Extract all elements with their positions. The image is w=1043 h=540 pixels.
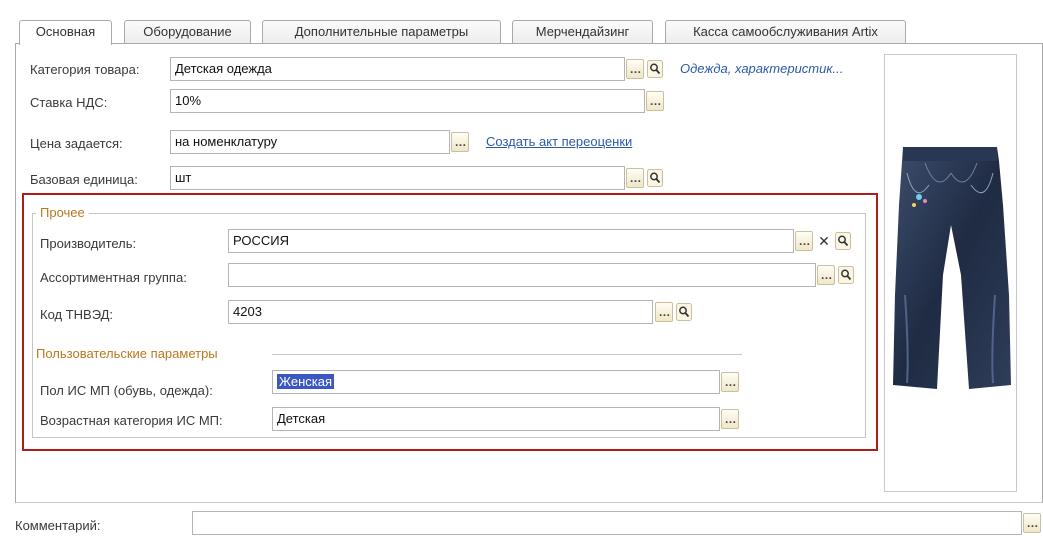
assortment-select-button[interactable]: …: [817, 265, 835, 285]
other-group-title: Прочее: [36, 205, 89, 221]
clear-icon[interactable]: ✕: [817, 232, 831, 250]
ellipsis-icon: …: [629, 171, 642, 185]
ellipsis-icon: …: [649, 94, 662, 108]
comment-label: Комментарий:: [15, 518, 101, 533]
manufacturer-label: Производитель:: [40, 236, 137, 251]
search-icon[interactable]: [838, 266, 854, 284]
tab-equipment[interactable]: Оборудование: [124, 20, 251, 44]
tnved-label: Код ТНВЭД:: [40, 307, 114, 322]
category-select-button[interactable]: …: [626, 59, 644, 79]
search-icon[interactable]: [647, 169, 663, 187]
gender-field[interactable]: Женская: [272, 370, 720, 394]
price-field[interactable]: на номенклатуру: [170, 130, 450, 154]
comment-select-button[interactable]: …: [1023, 513, 1041, 533]
assortment-field[interactable]: [228, 263, 816, 287]
price-label: Цена задается:: [30, 136, 123, 151]
ellipsis-icon: …: [454, 135, 467, 149]
tab-main[interactable]: Основная: [19, 20, 112, 45]
user-params-line: [272, 354, 742, 355]
category-label: Категория товара:: [30, 62, 140, 77]
price-select-button[interactable]: …: [451, 132, 469, 152]
age-label: Возрастная категория ИС МП:: [40, 413, 223, 428]
vat-select-button[interactable]: …: [646, 91, 664, 111]
ellipsis-icon: …: [798, 234, 811, 248]
ellipsis-icon: …: [658, 305, 671, 319]
ellipsis-icon: …: [724, 375, 737, 389]
create-revaluation-link[interactable]: Создать акт переоценки: [486, 134, 632, 150]
jeans-product-image: [893, 147, 1011, 389]
category-field[interactable]: Детская одежда: [170, 57, 625, 81]
ellipsis-icon: …: [629, 62, 642, 76]
ellipsis-icon: …: [724, 412, 737, 426]
gender-label: Пол ИС МП (обувь, одежда):: [40, 383, 213, 398]
manufacturer-select-button[interactable]: …: [795, 231, 813, 251]
assortment-label: Ассортиментная группа:: [40, 270, 187, 285]
search-icon[interactable]: [647, 60, 663, 78]
age-select-button[interactable]: …: [721, 409, 739, 429]
tab-self-checkout-artix[interactable]: Касса самообслуживания Artix: [665, 20, 906, 44]
unit-label: Базовая единица:: [30, 172, 138, 187]
other-group-line: [32, 213, 866, 214]
user-params-title: Пользовательские параметры: [36, 346, 222, 362]
manufacturer-field[interactable]: РОССИЯ: [228, 229, 794, 253]
product-image-frame[interactable]: [884, 54, 1017, 492]
tab-additional-params[interactable]: Дополнительные параметры: [262, 20, 501, 44]
category-characteristics-link[interactable]: Одежда, характеристик...: [680, 61, 843, 77]
vat-field[interactable]: 10%: [170, 89, 645, 113]
ellipsis-icon: …: [820, 268, 833, 282]
search-icon[interactable]: [835, 232, 851, 250]
tab-merchandising[interactable]: Мерчендайзинг: [512, 20, 653, 44]
unit-select-button[interactable]: …: [626, 168, 644, 188]
age-field[interactable]: Детская: [272, 407, 720, 431]
gender-select-button[interactable]: …: [721, 372, 739, 392]
tnved-field[interactable]: 4203: [228, 300, 653, 324]
search-icon[interactable]: [676, 303, 692, 321]
unit-field[interactable]: шт: [170, 166, 625, 190]
other-group-border-bottom: [32, 437, 866, 438]
tnved-select-button[interactable]: …: [655, 302, 673, 322]
vat-label: Ставка НДС:: [30, 95, 108, 110]
ellipsis-icon: …: [1026, 516, 1039, 530]
other-group-border-left: [32, 213, 33, 438]
gender-selected-text: Женская: [277, 374, 334, 389]
comment-field[interactable]: [192, 511, 1022, 535]
other-group-border-right: [865, 213, 866, 438]
